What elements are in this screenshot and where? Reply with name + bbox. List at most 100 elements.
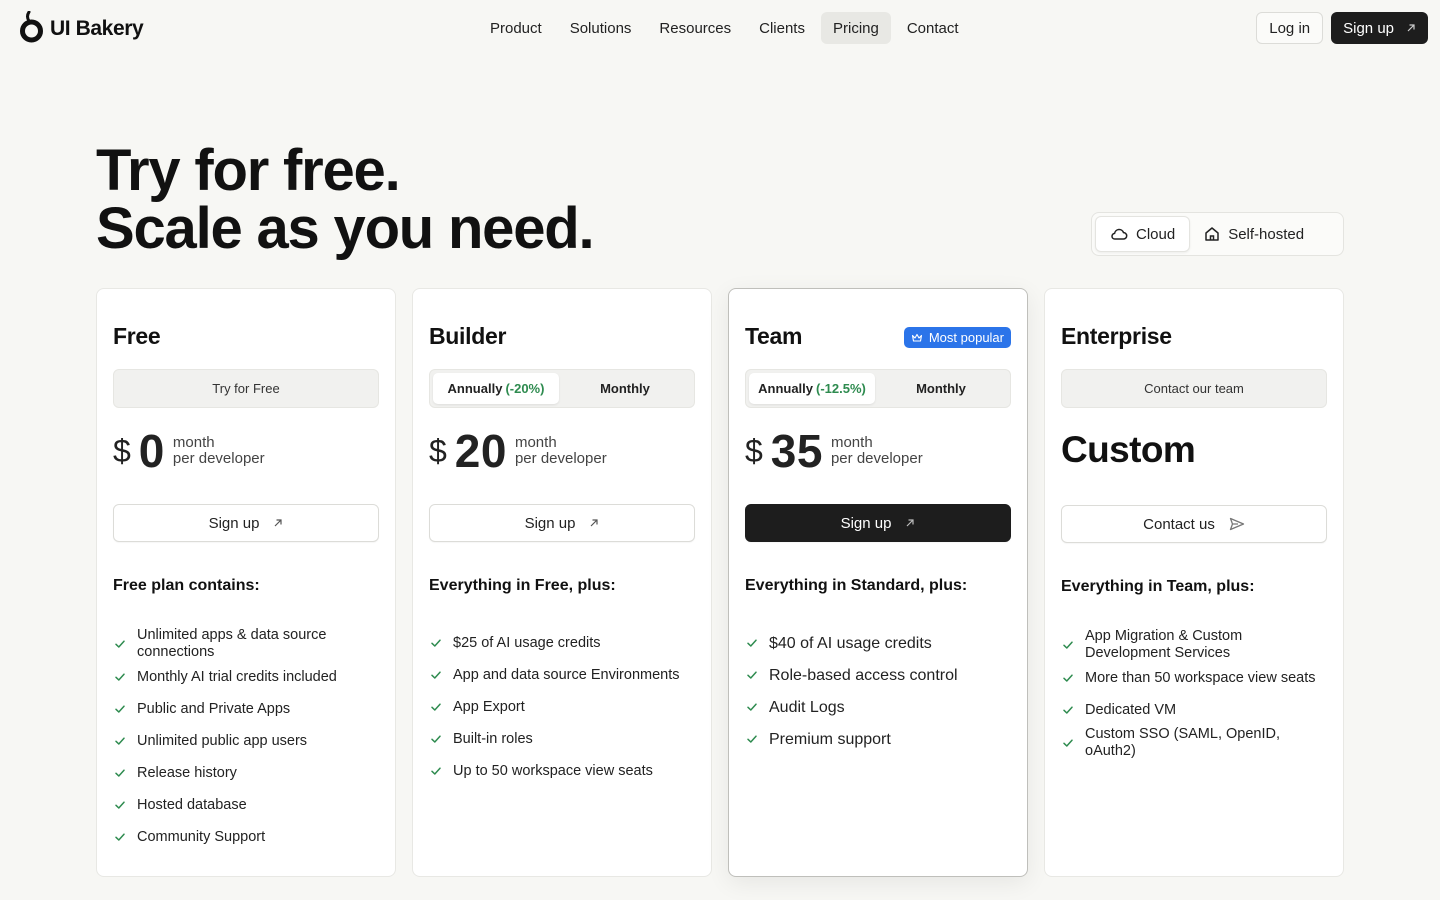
hero-title-line-1: Try for free. <box>96 138 401 203</box>
deployment-option-self-hosted[interactable]: Self-hosted <box>1190 216 1318 252</box>
feature-item: $40 of AI usage credits <box>745 627 1015 659</box>
feature-text: More than 50 workspace view seats <box>1085 669 1316 686</box>
check-icon <box>115 833 125 841</box>
check-icon <box>115 769 125 777</box>
feature-item: Community Support <box>113 821 383 853</box>
cta-label: Sign up <box>524 514 576 532</box>
brand-name: UI Bakery <box>50 17 144 40</box>
price-amount: 35 <box>770 425 823 477</box>
feature-text: Built-in roles <box>453 730 533 747</box>
deployment-option-cloud-label: Cloud <box>1136 225 1176 243</box>
plan-name: Team <box>745 323 803 349</box>
most-popular-badge: Most popular <box>903 327 1011 348</box>
plan-name: Enterprise <box>1061 323 1172 349</box>
feature-text: Audit Logs <box>769 698 845 716</box>
deployment-option-cloud[interactable]: Cloud <box>1095 216 1191 252</box>
check-icon <box>747 671 757 679</box>
billing-annually-label: Annually <box>447 381 503 396</box>
plan-name: Builder <box>429 323 507 349</box>
nav-item-solutions[interactable]: Solutions <box>558 12 644 44</box>
billing-annually-label: Annually <box>758 381 814 396</box>
price-amount: 20 <box>454 425 507 477</box>
nav-item-product[interactable]: Product <box>478 12 554 44</box>
feature-text: Release history <box>137 764 237 781</box>
check-icon <box>1063 706 1073 714</box>
billing-discount: (-20%) <box>505 381 545 396</box>
feature-text: Up to 50 workspace view seats <box>453 762 653 779</box>
feature-item: Dedicated VM <box>1061 694 1331 726</box>
badge-label: Most popular <box>928 330 1004 345</box>
check-icon <box>747 639 757 647</box>
feature-text: Hosted database <box>137 796 247 813</box>
feature-item: Unlimited public app users <box>113 725 383 757</box>
price-amount: 0 <box>138 425 165 477</box>
feature-item: Premium support <box>745 723 1015 755</box>
price-period: month per developer <box>831 435 923 467</box>
check-icon <box>1063 674 1073 682</box>
feature-item: Hosted database <box>113 789 383 821</box>
check-icon <box>115 673 125 681</box>
feature-item: App Migration & Custom Development Servi… <box>1061 628 1331 662</box>
feature-item: Monthly AI trial credits included <box>113 661 383 693</box>
feature-text: Custom SSO (SAML, OpenID, oAuth2) <box>1085 726 1281 759</box>
feature-item: Release history <box>113 757 383 789</box>
feature-text: Unlimited apps & data source connections <box>137 627 327 660</box>
feature-item: Unlimited apps & data source connections <box>113 627 383 661</box>
check-icon <box>431 767 441 775</box>
features-heading: Free plan contains: <box>113 577 260 594</box>
feature-item: Public and Private Apps <box>113 693 383 725</box>
builder-signup-button[interactable]: Sign up <box>429 504 695 542</box>
check-icon <box>115 640 125 648</box>
price-unit-label: per developer <box>172 450 265 467</box>
features-list: Unlimited apps & data source connections… <box>113 627 383 853</box>
billing-option-annually[interactable]: Annually (-20%) <box>433 373 559 404</box>
header-signup-button[interactable]: Sign up <box>1331 12 1428 44</box>
contact-us-button[interactable]: Contact us <box>1061 505 1327 543</box>
arrow-up-right-icon <box>275 519 283 527</box>
header-signup-label: Sign up <box>1343 19 1394 37</box>
feature-item: $25 of AI usage credits <box>429 627 699 659</box>
arrow-up-right-icon <box>591 519 599 527</box>
plan-card-enterprise: Enterprise Contact our team Custom Conta… <box>1044 288 1344 877</box>
feature-text: Unlimited public app users <box>137 732 308 749</box>
feature-item: Up to 50 workspace view seats <box>429 755 699 787</box>
check-icon <box>115 801 125 809</box>
feature-item: Custom SSO (SAML, OpenID, oAuth2) <box>1061 726 1331 760</box>
billing-option-annually[interactable]: Annually (-12.5%) <box>749 373 875 404</box>
check-icon <box>1063 739 1073 747</box>
plan-card-free: Free Try for Free $ 0 month per develope… <box>96 288 396 877</box>
price-period: month per developer <box>515 435 607 467</box>
login-button[interactable]: Log in <box>1256 12 1324 44</box>
cloud-icon <box>1111 228 1128 240</box>
nav-item-resources[interactable]: Resources <box>647 12 743 44</box>
feature-text: Monthly AI trial credits included <box>137 668 337 685</box>
free-signup-button[interactable]: Sign up <box>113 504 379 542</box>
price-period: month per developer <box>173 435 265 467</box>
check-icon <box>1063 641 1073 649</box>
feature-text: App Export <box>453 698 525 715</box>
cta-label: Contact us <box>1143 515 1215 533</box>
features-heading: Everything in Standard, plus: <box>745 577 968 594</box>
team-signup-button[interactable]: Sign up <box>745 504 1011 542</box>
plan-name: Free <box>113 323 161 349</box>
feature-text: $40 of AI usage credits <box>769 634 932 652</box>
nav-item-pricing[interactable]: Pricing <box>820 12 891 44</box>
nav-item-clients[interactable]: Clients <box>747 12 817 44</box>
main-nav: Product Solutions Resources Clients Pric… <box>478 12 971 44</box>
feature-text: App Migration & Custom Development Servi… <box>1085 628 1243 661</box>
deployment-toggle: Cloud Self-hosted <box>1091 212 1344 256</box>
feature-item: App Export <box>429 691 699 723</box>
billing-option-monthly[interactable]: Monthly <box>559 373 691 404</box>
cta-label: Sign up <box>840 514 892 532</box>
price-currency: $ <box>113 432 131 469</box>
nav-item-contact[interactable]: Contact <box>895 12 971 44</box>
check-icon <box>431 703 441 711</box>
brand-logo[interactable]: UI Bakery <box>20 10 144 44</box>
send-icon <box>1229 517 1245 531</box>
feature-text: Dedicated VM <box>1085 701 1177 718</box>
check-icon <box>431 671 441 679</box>
feature-item: More than 50 workspace view seats <box>1061 662 1331 694</box>
price-period-label: month <box>830 434 873 451</box>
plan-card-team: Team Most popular Annually (-12.5%) Mont… <box>728 288 1028 877</box>
billing-option-monthly[interactable]: Monthly <box>875 373 1007 404</box>
